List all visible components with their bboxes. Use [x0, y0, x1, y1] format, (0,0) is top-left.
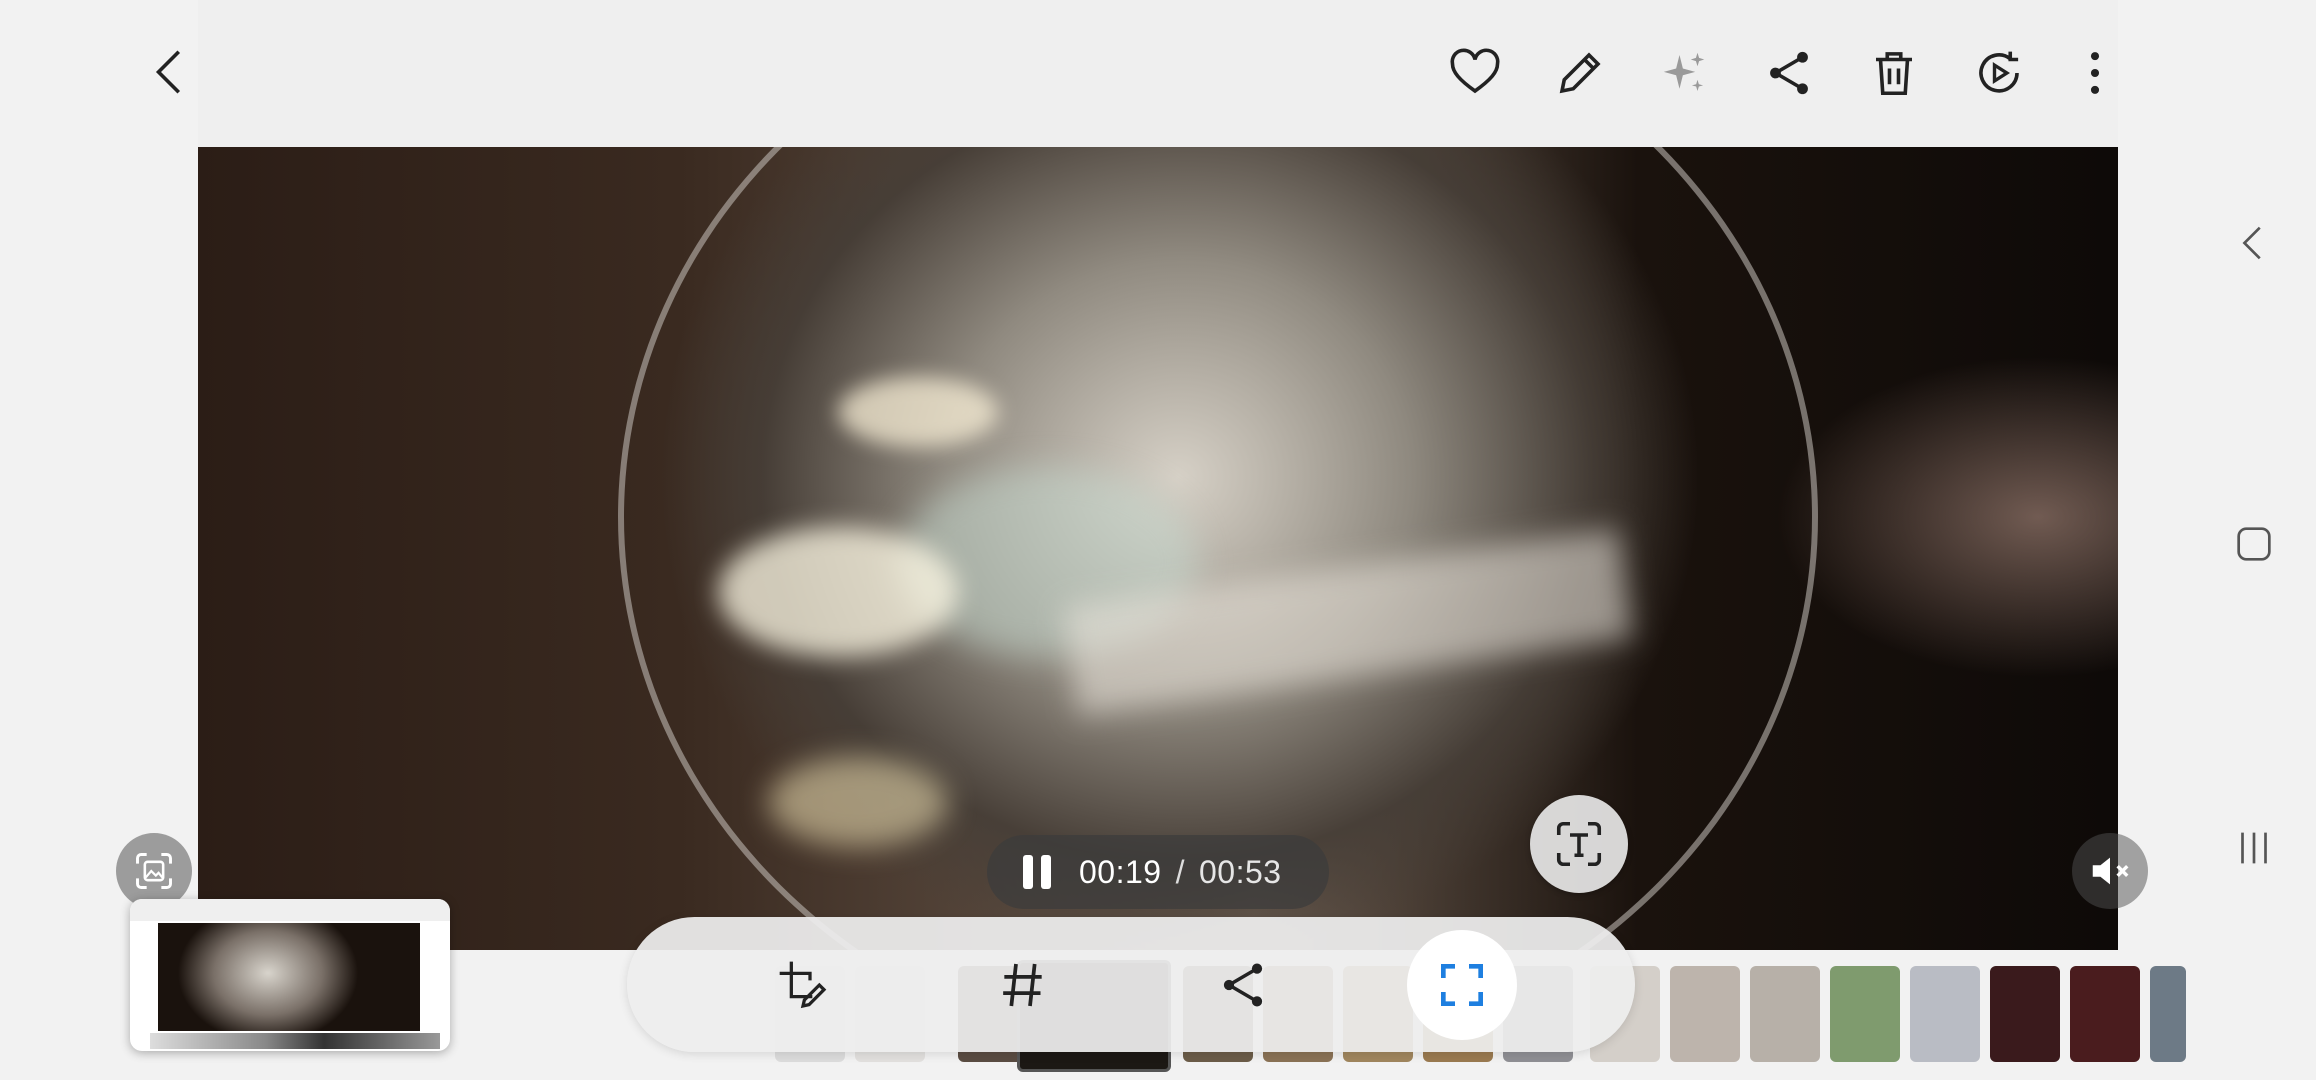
favorite-button[interactable] [1443, 41, 1507, 105]
video-frame[interactable] [198, 147, 2118, 950]
thumbnail[interactable] [1990, 966, 2060, 1062]
pencil-icon [1559, 52, 1601, 94]
more-options-button[interactable] [2063, 41, 2127, 105]
current-time: 00:19 [1079, 853, 1162, 890]
thumbnail[interactable] [1750, 966, 1820, 1062]
duration: 00:53 [1198, 853, 1282, 890]
nav-recents-button[interactable] [2214, 808, 2294, 888]
thumbnail[interactable] [1830, 966, 1900, 1062]
playback-time: 00:19 / 00:53 [1079, 854, 1282, 891]
back-button[interactable] [140, 40, 204, 104]
nav-home-button[interactable] [2214, 504, 2294, 584]
mute-button[interactable] [2072, 833, 2148, 909]
ai-edit-button[interactable] [1652, 41, 1716, 105]
thumbnail[interactable] [1670, 966, 1740, 1062]
bottom-toolbar [627, 917, 1635, 1052]
focus-frame-icon [1441, 964, 1483, 1006]
sparkle-icon [1663, 52, 1705, 91]
tag-button[interactable] [975, 937, 1071, 1033]
time-separator: / [1175, 853, 1185, 890]
extract-text-button[interactable] [1530, 795, 1628, 893]
thumbnail[interactable] [2070, 966, 2140, 1062]
hashtag-icon [1003, 963, 1042, 1007]
edit-button[interactable] [1548, 41, 1612, 105]
pause-button[interactable] [1007, 842, 1067, 902]
chevron-left-icon [2242, 226, 2261, 260]
thumbnail[interactable] [2150, 966, 2186, 1062]
crop-pencil-icon [779, 961, 827, 1009]
share-icon [1770, 51, 1808, 95]
thumbnail[interactable] [1910, 966, 1980, 1062]
delete-button[interactable] [1862, 41, 1926, 105]
remaster-button[interactable] [1967, 41, 2031, 105]
crop-edit-button[interactable] [755, 937, 851, 1033]
top-app-bar [198, 0, 2118, 147]
share-icon [1223, 963, 1263, 1007]
chevron-left-icon [155, 50, 181, 94]
share-button[interactable] [1757, 41, 1821, 105]
square-home-icon [2237, 527, 2271, 561]
text-scan-icon [1556, 821, 1602, 867]
playback-controls: 00:19 / 00:53 [987, 835, 1329, 909]
more-vertical-icon [2090, 52, 2100, 94]
pause-icon [1023, 855, 1033, 889]
trash-icon [1876, 52, 1912, 96]
nav-back-button[interactable] [2214, 203, 2294, 283]
volume-muted-icon [2092, 857, 2129, 885]
share-toolbar-button[interactable] [1195, 937, 1291, 1033]
capture-image-icon [136, 853, 172, 889]
recents-icon [2241, 832, 2267, 864]
capture-preview-thumbnail[interactable] [130, 899, 450, 1051]
replay-play-icon [1979, 51, 2019, 93]
screen-capture-button[interactable] [116, 833, 192, 909]
heart-icon [1450, 48, 1500, 94]
capture-frame-button[interactable] [1407, 930, 1517, 1040]
